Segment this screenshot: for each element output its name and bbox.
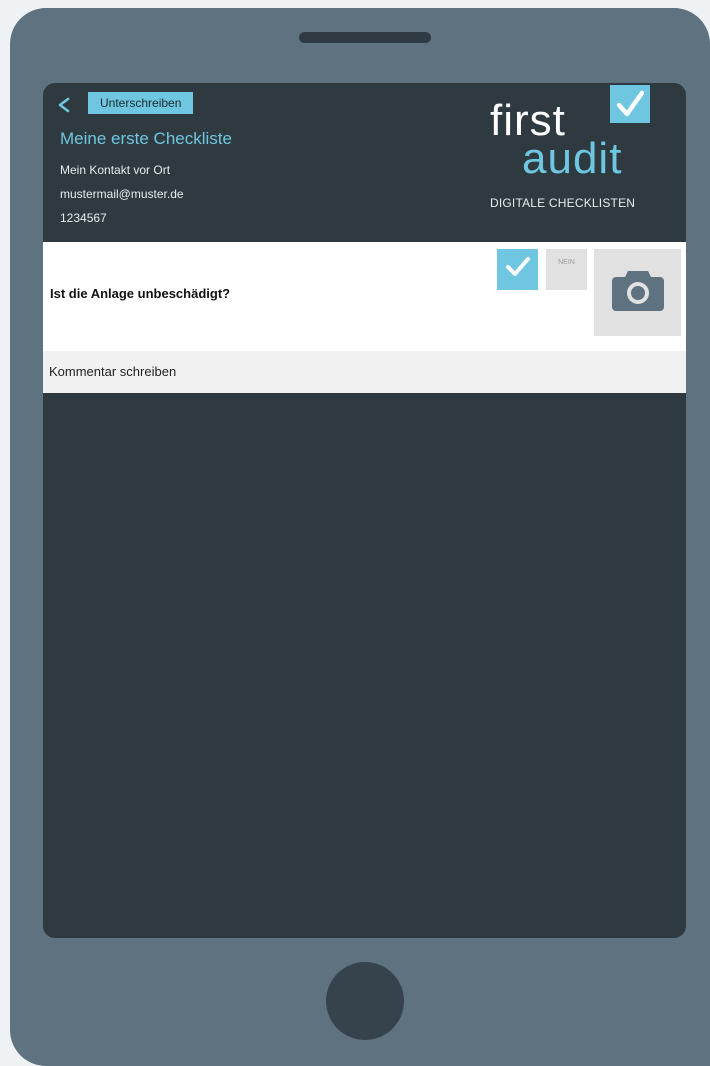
sign-button[interactable]: Unterschreiben xyxy=(88,92,194,114)
camera-icon xyxy=(610,267,666,318)
contact-phone: 1234567 xyxy=(60,211,107,225)
checkmark-icon xyxy=(610,85,650,123)
comment-input[interactable]: Kommentar schreiben xyxy=(43,351,686,393)
question-text: Ist die Anlage unbeschädigt? xyxy=(50,286,231,301)
question-card: Ist die Anlage unbeschädigt? NEIN xyxy=(43,242,686,340)
app-screen: Unterschreiben Meine erste Checkliste Me… xyxy=(43,83,686,938)
chevron-left-icon[interactable] xyxy=(53,94,75,116)
no-button[interactable]: NEIN xyxy=(546,249,587,290)
home-button[interactable] xyxy=(326,962,404,1040)
checklist-header: Unterschreiben Meine erste Checkliste Me… xyxy=(43,83,686,241)
checkmark-icon xyxy=(504,255,532,284)
tablet-frame: Unterschreiben Meine erste Checkliste Me… xyxy=(10,8,710,1066)
contact-email: mustermail@muster.de xyxy=(60,187,184,201)
logo-word-audit: audit xyxy=(522,134,623,183)
yes-button[interactable] xyxy=(497,249,538,290)
first-audit-logo: first audit DIGITALE CHECKLISTEN xyxy=(479,83,686,223)
checklist-title: Meine erste Checkliste xyxy=(60,129,232,148)
camera-button[interactable] xyxy=(594,249,681,336)
divider xyxy=(43,340,686,351)
logo-tagline: DIGITALE CHECKLISTEN xyxy=(490,196,636,210)
contact-name: Mein Kontakt vor Ort xyxy=(60,163,171,177)
speaker-grille xyxy=(299,32,431,43)
